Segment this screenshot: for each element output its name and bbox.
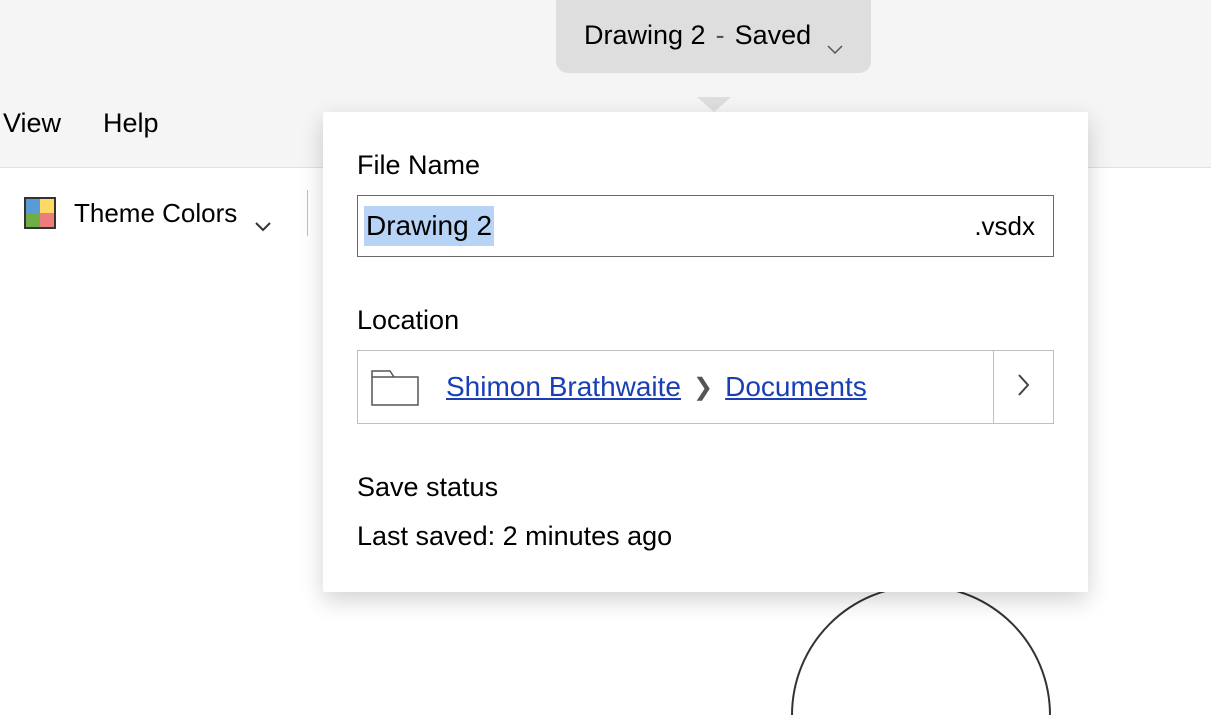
chevron-down-icon xyxy=(827,31,843,41)
chevron-right-icon: ❯ xyxy=(693,373,713,402)
popover-pointer xyxy=(697,97,731,112)
file-info-popover: File Name Drawing 2 .vsdx Location Shimo… xyxy=(323,112,1088,592)
document-title: Drawing 2 xyxy=(584,20,706,51)
toolbar: Theme Colors ▭▭ xyxy=(24,190,348,236)
toolbar-divider xyxy=(307,190,308,236)
location-expand-button[interactable] xyxy=(994,350,1054,424)
save-status-value: Last saved: 2 minutes ago xyxy=(357,521,1054,552)
filename-label: File Name xyxy=(357,150,1054,181)
theme-colors-button[interactable]: Theme Colors xyxy=(74,198,271,229)
breadcrumb-folder-link[interactable]: Documents xyxy=(725,371,867,403)
ribbon-tabs: View Help xyxy=(3,108,159,139)
ellipse-shape[interactable] xyxy=(791,585,1051,715)
save-status-label: Save status xyxy=(357,472,1054,503)
folder-icon xyxy=(370,367,420,407)
title-separator: - xyxy=(716,20,725,51)
tab-help[interactable]: Help xyxy=(103,108,159,139)
chevron-down-icon xyxy=(255,208,271,218)
title-dropdown[interactable]: Drawing 2 - Saved xyxy=(556,0,871,73)
chevron-right-icon xyxy=(1016,372,1032,403)
breadcrumb-owner-link[interactable]: Shimon Brathwaite xyxy=(446,371,681,403)
location-label: Location xyxy=(357,305,1054,336)
filename-input[interactable]: Drawing 2 xyxy=(364,206,494,246)
tab-view[interactable]: View xyxy=(3,108,61,139)
location-row: Shimon Brathwaite ❯ Documents xyxy=(357,350,1054,424)
file-extension: .vsdx xyxy=(974,211,1035,242)
theme-colors-label: Theme Colors xyxy=(74,198,237,229)
filename-field[interactable]: Drawing 2 .vsdx xyxy=(357,195,1054,257)
breadcrumb: Shimon Brathwaite ❯ Documents xyxy=(446,371,867,403)
title-save-status: Saved xyxy=(735,20,812,51)
theme-colors-icon xyxy=(24,197,56,229)
location-breadcrumb-container[interactable]: Shimon Brathwaite ❯ Documents xyxy=(357,350,994,424)
